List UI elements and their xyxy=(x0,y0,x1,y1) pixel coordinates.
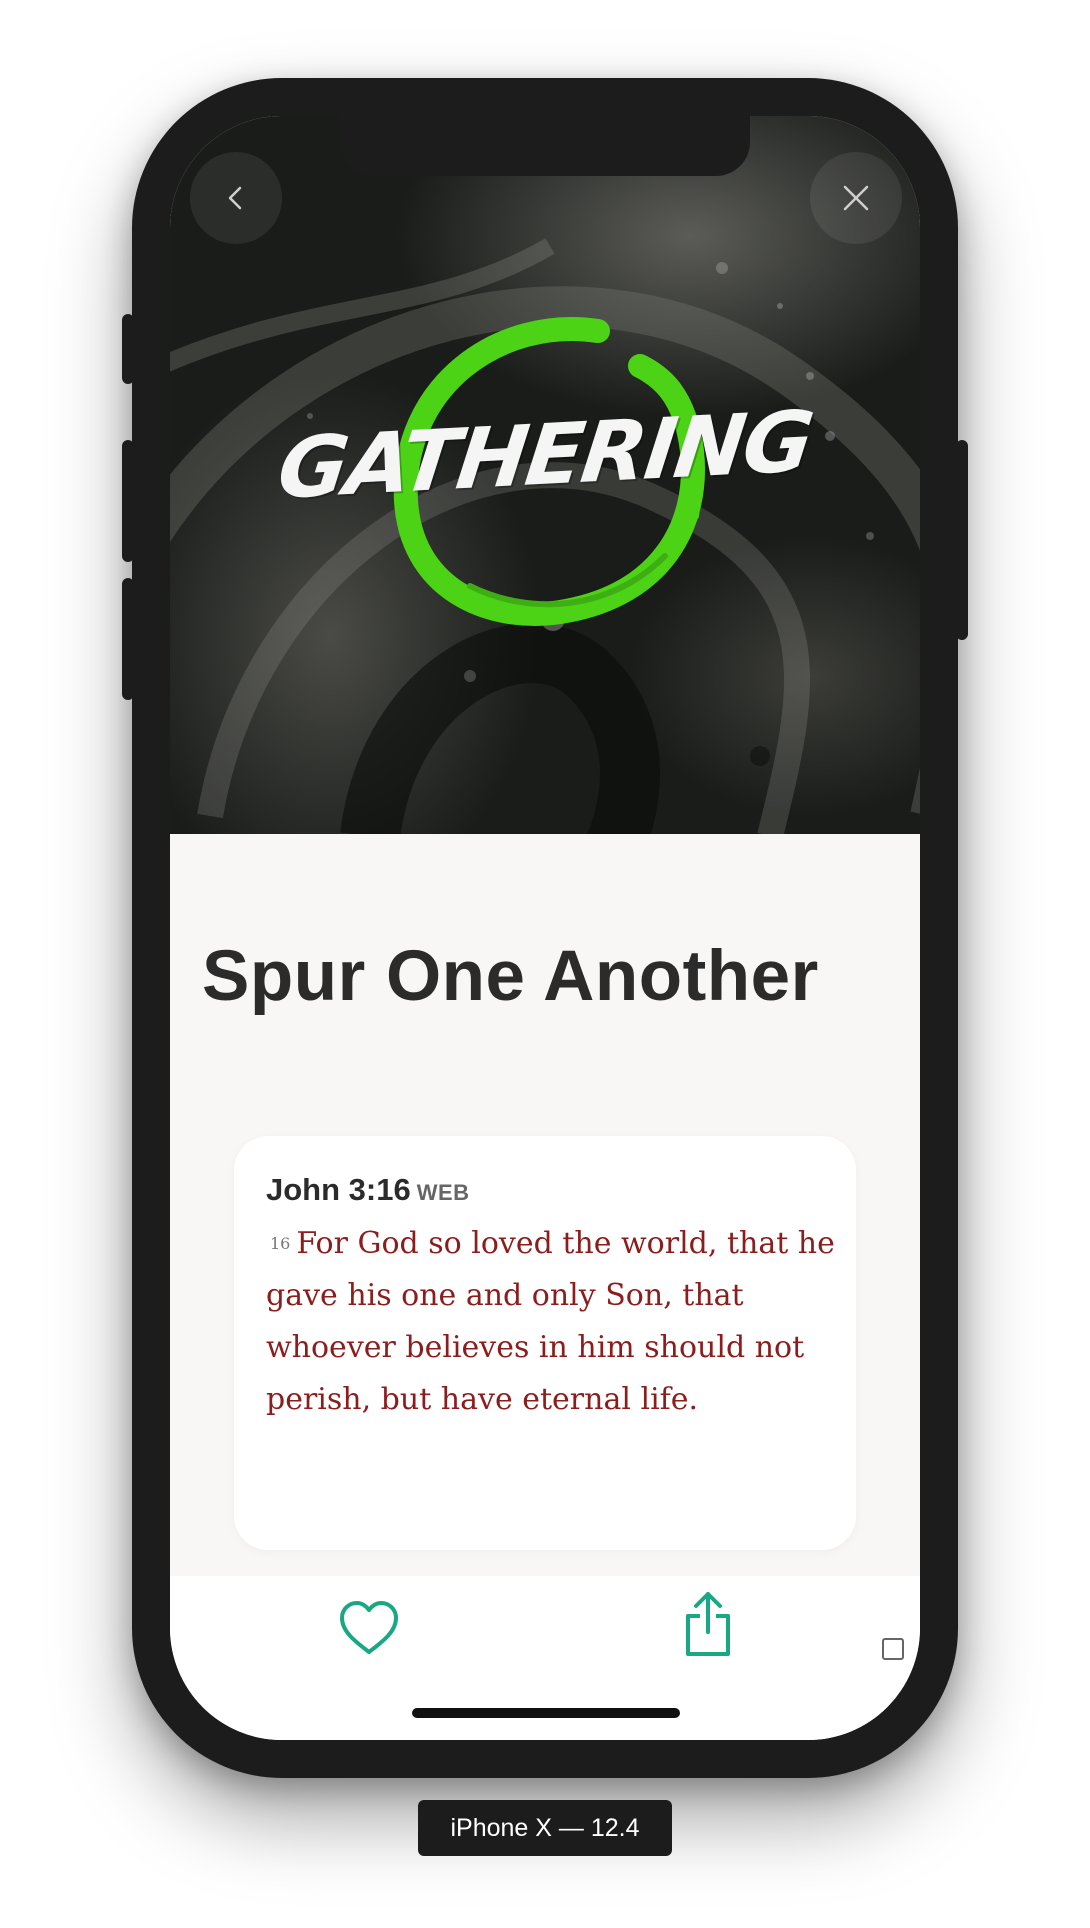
verse-number: 16 xyxy=(270,1234,291,1253)
like-button[interactable] xyxy=(336,1598,402,1663)
scripture-reference[interactable]: John 3:16 WEB xyxy=(266,1172,470,1208)
volume-up-button xyxy=(122,440,134,562)
mute-switch xyxy=(122,314,134,384)
share-button[interactable] xyxy=(682,1590,734,1663)
iphone-frame: GATHERING Spur One Another John 3:16 WEB … xyxy=(122,78,968,1778)
home-indicator[interactable] xyxy=(412,1708,680,1718)
reference-text: John 3:16 xyxy=(266,1172,411,1207)
device-screen: GATHERING Spur One Another John 3:16 WEB … xyxy=(170,116,920,1740)
scripture-card[interactable]: John 3:16 WEB 16 For God so loved the worl… xyxy=(234,1136,856,1550)
notch xyxy=(340,116,750,176)
page-title: Spur One Another xyxy=(202,937,819,1016)
simulator-label: iPhone X — 12.4 xyxy=(418,1800,672,1856)
verse-text: For God so loved the world, that he gave… xyxy=(266,1226,835,1417)
hero-image: GATHERING xyxy=(170,116,920,834)
heart-icon xyxy=(340,1601,398,1654)
square-icon[interactable] xyxy=(882,1638,904,1660)
bottom-toolbar xyxy=(170,1576,920,1740)
bible-version: WEB xyxy=(416,1180,470,1205)
volume-down-button xyxy=(122,578,134,700)
verse-text-block: 16 For God so loved the world, that he ga… xyxy=(266,1218,836,1426)
share-icon xyxy=(686,1592,730,1656)
power-button xyxy=(956,440,968,640)
